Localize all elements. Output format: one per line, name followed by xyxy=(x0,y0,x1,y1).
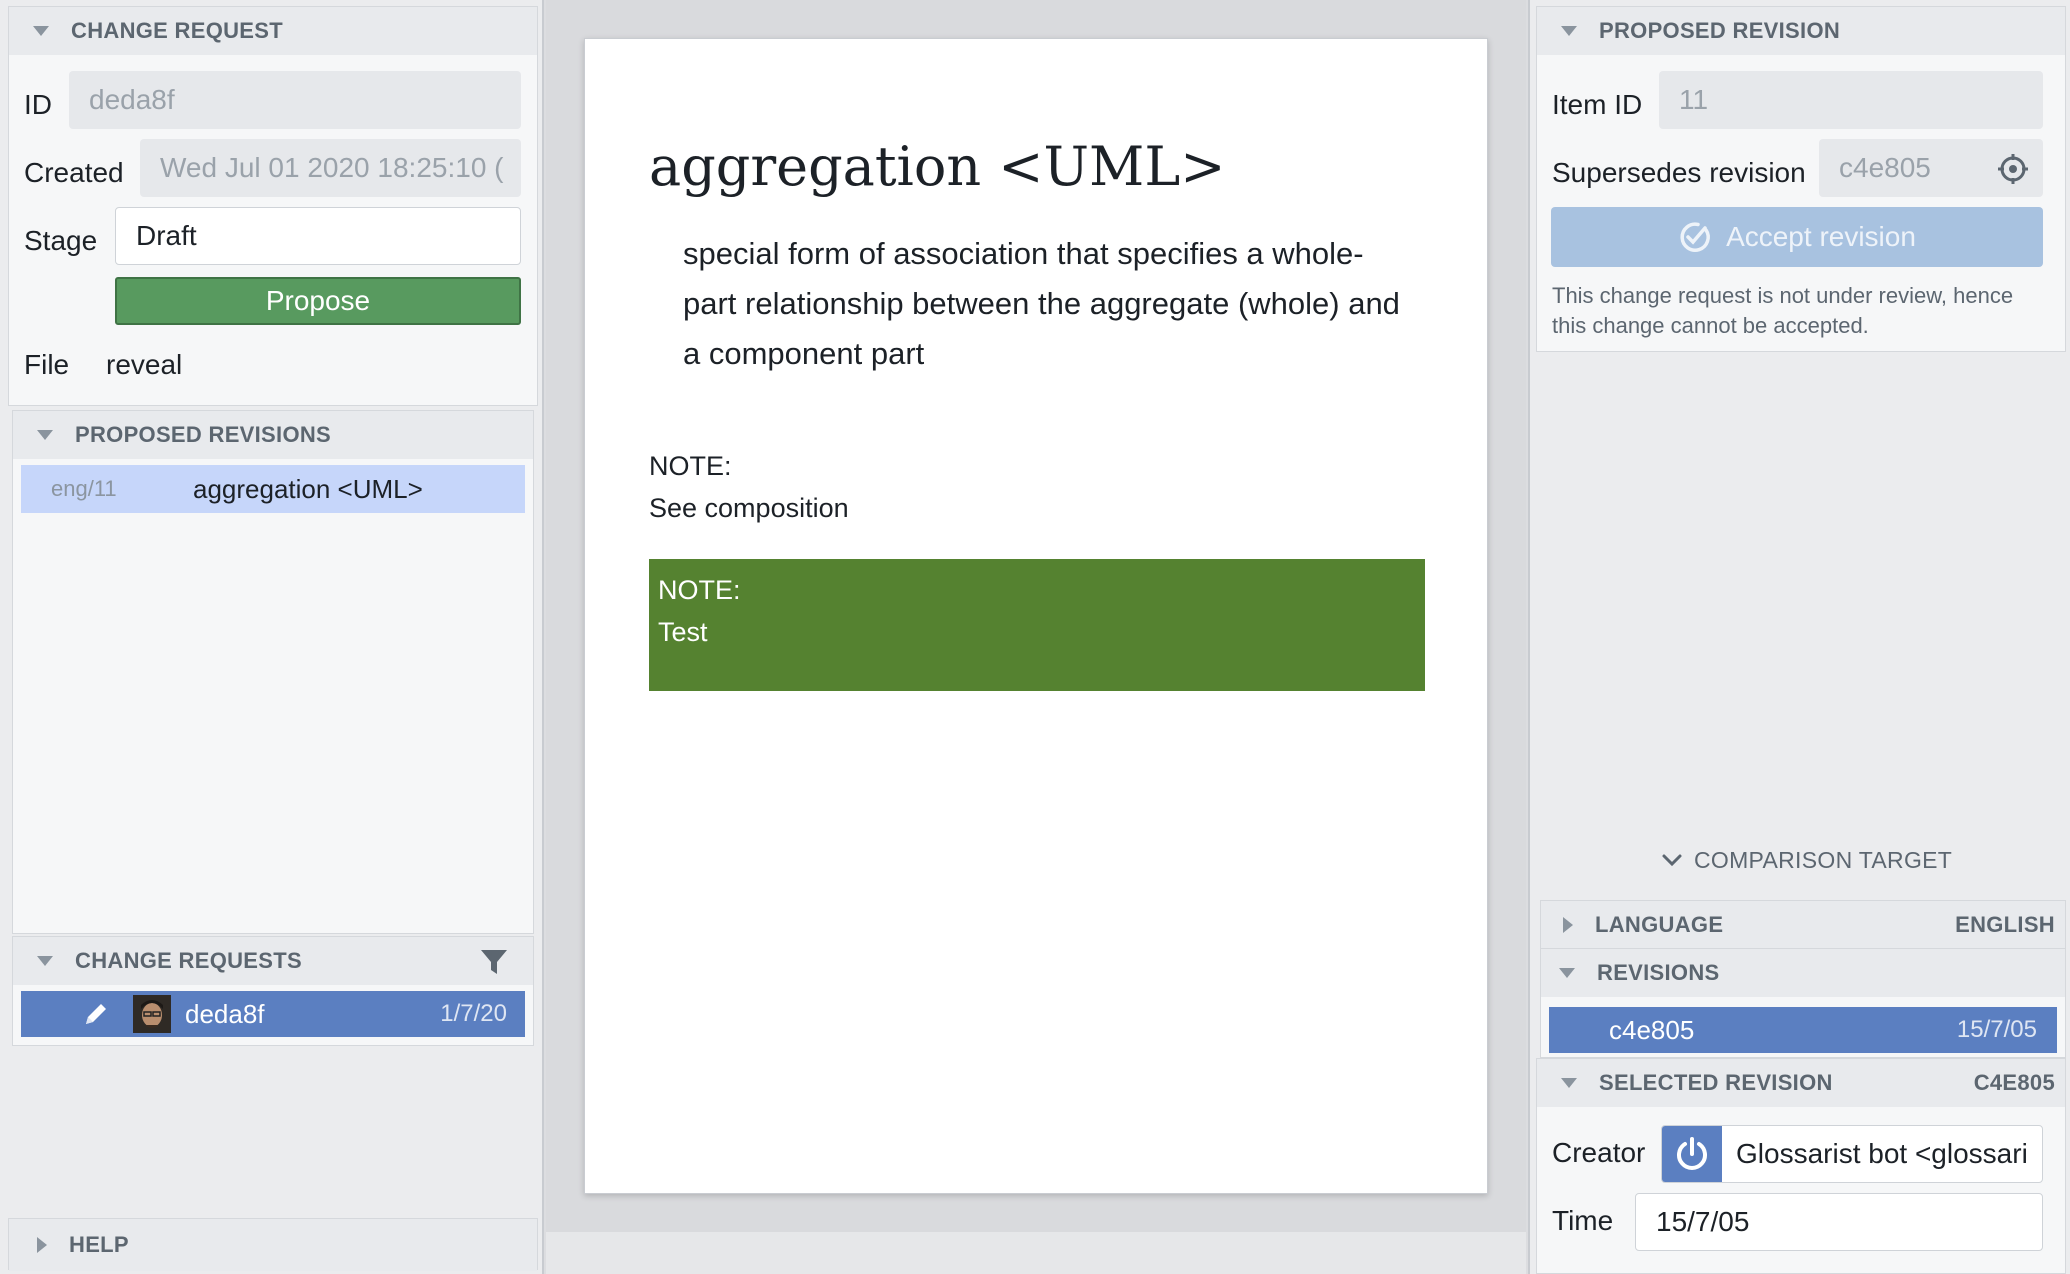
term-title: aggregation <UML> xyxy=(649,135,1226,198)
proposed-revision-header[interactable]: PROPOSED REVISION xyxy=(1537,7,2065,55)
created-value: Wed Jul 01 2020 18:25:10 ( xyxy=(160,152,504,183)
id-value: deda8f xyxy=(89,84,175,115)
note-label: NOTE: xyxy=(649,451,732,481)
item-id-value: 11 xyxy=(1679,84,1709,115)
revisions-header[interactable]: REVISIONS xyxy=(1541,949,2065,997)
document-page: aggregation <UML> special form of associ… xyxy=(584,38,1488,1194)
expand-caret-icon xyxy=(37,1237,47,1253)
table-row[interactable]: deda8f 1/7/20 xyxy=(21,991,525,1037)
language-value: ENGLISH xyxy=(1955,912,2055,937)
creator-field[interactable]: Glossarist bot <glossari xyxy=(1661,1125,2043,1183)
collapse-caret-icon xyxy=(1559,968,1575,978)
collapse-caret-icon xyxy=(37,956,53,966)
selected-revision-title: SELECTED REVISION xyxy=(1599,1070,1833,1095)
help-header[interactable]: HELP xyxy=(9,1219,537,1271)
change-request-id: deda8f xyxy=(185,998,265,1029)
change-request-date: 1/7/20 xyxy=(440,1000,507,1027)
note-text: Test xyxy=(658,617,708,647)
revision-code: eng/11 xyxy=(51,476,117,501)
supersedes-field: c4e805 xyxy=(1819,139,2043,197)
definition-text: special form of association that specifi… xyxy=(683,236,1400,371)
change-request-title: CHANGE REQUEST xyxy=(71,18,283,43)
revisions-panel: REVISIONS c4e805 15/7/05 xyxy=(1540,948,2066,1058)
creator-value: Glossarist bot <glossari xyxy=(1736,1138,2028,1169)
accept-notice: This change request is not under review,… xyxy=(1552,283,2014,338)
id-field: deda8f xyxy=(69,71,521,129)
document-preview-area: aggregation <UML> special form of associ… xyxy=(546,0,1526,1274)
pencil-icon xyxy=(81,999,111,1029)
file-value[interactable]: reveal xyxy=(106,349,182,381)
proposed-revisions-panel: PROPOSED REVISIONS eng/11 aggregation <U… xyxy=(12,410,534,934)
stage-label: Stage xyxy=(24,225,98,256)
help-panel: HELP xyxy=(8,1218,538,1271)
item-id-field: 11 xyxy=(1659,71,2043,129)
language-title: LANGUAGE xyxy=(1595,912,1724,937)
chevron-down-icon xyxy=(1660,848,1684,872)
comparison-target-toggle[interactable]: COMPARISON TARGET xyxy=(1660,842,1952,878)
avatar xyxy=(133,995,171,1033)
change-requests-header[interactable]: CHANGE REQUESTS xyxy=(13,937,533,985)
created-label: Created xyxy=(24,157,124,188)
time-field[interactable]: 15/7/05 xyxy=(1635,1193,2043,1251)
supersedes-label: Supersedes revision xyxy=(1552,157,1806,188)
time-label: Time xyxy=(1552,1205,1614,1236)
list-item[interactable]: eng/11 aggregation <UML> xyxy=(21,465,525,513)
language-panel: LANGUAGE ENGLISH xyxy=(1540,900,2066,949)
proposed-revisions-header[interactable]: PROPOSED REVISIONS xyxy=(13,411,533,459)
document-footer xyxy=(546,1232,1526,1274)
selected-revision-panel: SELECTED REVISION C4E805 Creator Glossar… xyxy=(1536,1058,2066,1274)
list-item[interactable]: c4e805 15/7/05 xyxy=(1549,1007,2057,1053)
stage-field[interactable]: Draft xyxy=(115,207,521,265)
collapse-caret-icon xyxy=(33,26,49,36)
proposed-revision-panel: PROPOSED REVISION Item ID 11 Supersedes … xyxy=(1536,6,2066,352)
collapse-caret-icon xyxy=(1561,1078,1577,1088)
selected-revision-header[interactable]: SELECTED REVISION C4E805 xyxy=(1537,1059,2065,1107)
language-header[interactable]: LANGUAGE ENGLISH xyxy=(1541,901,2065,949)
right-sidebar: PROPOSED REVISION Item ID 11 Supersedes … xyxy=(1528,0,2070,1274)
revision-id: c4e805 xyxy=(1609,1014,1695,1045)
comparison-target-label: COMPARISON TARGET xyxy=(1694,846,1953,873)
note-label: NOTE: xyxy=(658,575,741,605)
change-requests-panel: CHANGE REQUESTS deda8f 1/7/20 xyxy=(12,936,534,1046)
selected-revision-code: C4E805 xyxy=(1973,1070,2055,1095)
change-request-header[interactable]: CHANGE REQUEST xyxy=(9,7,537,55)
expand-caret-icon xyxy=(1563,917,1573,933)
accept-revision-label: Accept revision xyxy=(1726,221,1916,252)
supersedes-value: c4e805 xyxy=(1839,152,1931,183)
creator-label: Creator xyxy=(1552,1137,1646,1168)
id-label: ID xyxy=(24,89,52,120)
note-text: See composition xyxy=(649,493,849,523)
highlighted-note: NOTE: Test xyxy=(649,559,1425,691)
propose-button[interactable]: Propose xyxy=(115,277,521,325)
filter-icon[interactable] xyxy=(479,947,509,977)
proposed-revisions-title: PROPOSED REVISIONS xyxy=(75,422,332,447)
revision-date: 15/7/05 xyxy=(1956,1016,2037,1043)
change-request-panel: CHANGE REQUEST ID deda8f Created Wed Jul… xyxy=(8,6,538,406)
collapse-caret-icon xyxy=(37,430,53,440)
created-field: Wed Jul 01 2020 18:25:10 ( xyxy=(140,139,521,197)
power-icon xyxy=(1662,1126,1722,1182)
file-label: File xyxy=(24,349,70,380)
check-circle-icon xyxy=(1678,220,1712,254)
left-sidebar: CHANGE REQUEST ID deda8f Created Wed Jul… xyxy=(0,0,544,1274)
item-id-label: Item ID xyxy=(1552,89,1643,120)
revision-title: aggregation <UML> xyxy=(193,473,423,504)
time-value: 15/7/05 xyxy=(1656,1206,1750,1237)
proposed-revision-title: PROPOSED REVISION xyxy=(1599,18,1841,43)
collapse-caret-icon xyxy=(1561,26,1577,36)
revisions-title: REVISIONS xyxy=(1597,960,1720,985)
change-requests-title: CHANGE REQUESTS xyxy=(75,948,302,973)
stage-value: Draft xyxy=(136,220,197,251)
help-title: HELP xyxy=(69,1232,129,1257)
crosshair-icon[interactable] xyxy=(1997,153,2029,185)
accept-revision-button[interactable]: Accept revision xyxy=(1551,207,2043,267)
